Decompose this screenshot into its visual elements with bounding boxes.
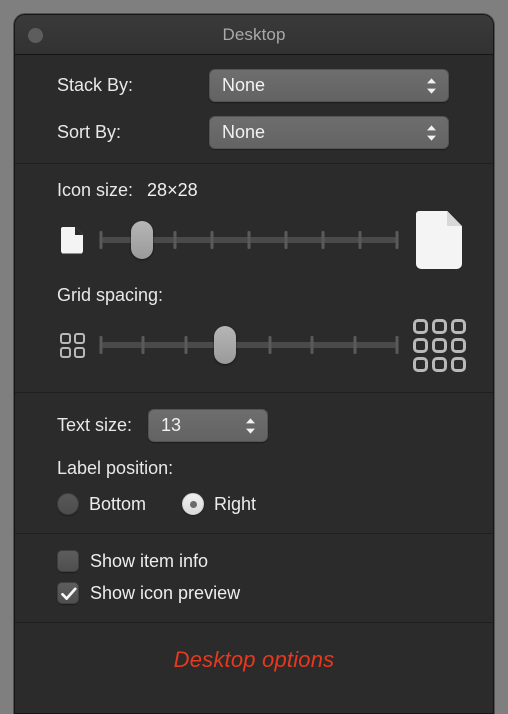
radio-right-label: Right [214, 493, 257, 514]
grid-2x2-icon [57, 325, 87, 365]
slider-tick [358, 231, 362, 249]
chevron-up-down-icon [425, 76, 437, 96]
grid-spacing-label: Grid spacing: [57, 285, 164, 305]
radio-bottom-indicator[interactable] [57, 493, 79, 515]
checkbox-show-item-info-label: Show item info [90, 550, 209, 571]
stack-by-select[interactable]: None [209, 69, 449, 102]
text-size-select[interactable]: 13 [148, 409, 269, 442]
window-title: Desktop [222, 25, 286, 44]
text-size-label: Text size: [57, 415, 133, 435]
slider-tick [141, 336, 145, 354]
icon-size-value: 28×28 [147, 180, 198, 200]
text-size-row: Text size: 13 [57, 409, 467, 442]
icon-size-group: Icon size: 28×28 [57, 180, 467, 273]
text-section: Text size: 13 Label position: Bottom Rig… [15, 393, 493, 534]
sort-section: Stack By: None Sort By: None [15, 55, 493, 164]
label-position-label: Label position: [57, 458, 174, 478]
sort-by-value: None [222, 122, 266, 142]
stack-by-row: Stack By: None [57, 69, 467, 102]
slider-tick [284, 231, 288, 249]
slider-tick [353, 336, 357, 354]
slider-tick [321, 231, 325, 249]
chevron-up-down-icon [425, 123, 437, 143]
slider-thumb[interactable] [214, 326, 237, 364]
slider-tick [99, 336, 103, 354]
slider-tick [210, 231, 214, 249]
slider-ticks [99, 336, 399, 354]
text-size-value: 13 [161, 415, 182, 435]
checkbox-show-icon-preview-box[interactable] [57, 582, 79, 604]
radio-bottom-label: Bottom [89, 493, 147, 514]
large-document-icon [411, 207, 467, 273]
titlebar: Desktop [15, 15, 493, 55]
icon-size-slider[interactable] [99, 220, 399, 260]
checkbox-show-item-info-box[interactable] [57, 550, 79, 572]
grid-spacing-group: Grid spacing: [57, 285, 467, 378]
sort-by-select[interactable]: None [209, 116, 449, 149]
chevron-up-down-icon [244, 416, 256, 436]
checkbox-show-icon-preview[interactable]: Show icon preview [57, 582, 467, 604]
desktop-view-options-window: Desktop Stack By: None Sort By: None Ico… [14, 14, 494, 714]
slider-tick [268, 336, 272, 354]
sort-by-label: Sort By: [57, 122, 122, 142]
radio-right-indicator[interactable] [182, 493, 205, 515]
checkmark-icon [61, 587, 77, 600]
slider-tick [310, 336, 314, 354]
footer-note: Desktop options [173, 647, 335, 672]
slider-tick [173, 231, 177, 249]
stack-by-label: Stack By: [57, 75, 134, 95]
checkbox-show-icon-preview-label: Show icon preview [90, 582, 241, 603]
small-document-icon [57, 220, 87, 260]
options-section: Show item info Show icon preview [15, 534, 493, 623]
icon-size-label: Icon size: [57, 180, 134, 200]
slider-tick [184, 336, 188, 354]
size-section: Icon size: 28×28 Grid spacing: [15, 164, 493, 393]
radio-right[interactable]: Right [182, 493, 256, 515]
grid-3x3-icon [411, 312, 467, 378]
sort-by-row: Sort By: None [57, 116, 467, 149]
label-position-radio-group: Bottom Right [57, 493, 467, 515]
slider-tick [247, 231, 251, 249]
checkbox-show-item-info[interactable]: Show item info [57, 550, 467, 572]
slider-tick [395, 336, 399, 354]
slider-tick [99, 231, 103, 249]
radio-bottom[interactable]: Bottom [57, 493, 146, 515]
slider-tick [395, 231, 399, 249]
stack-by-value: None [222, 75, 266, 95]
footer-section: Desktop options [15, 623, 493, 673]
slider-thumb[interactable] [131, 221, 154, 259]
grid-spacing-slider[interactable] [99, 325, 399, 365]
